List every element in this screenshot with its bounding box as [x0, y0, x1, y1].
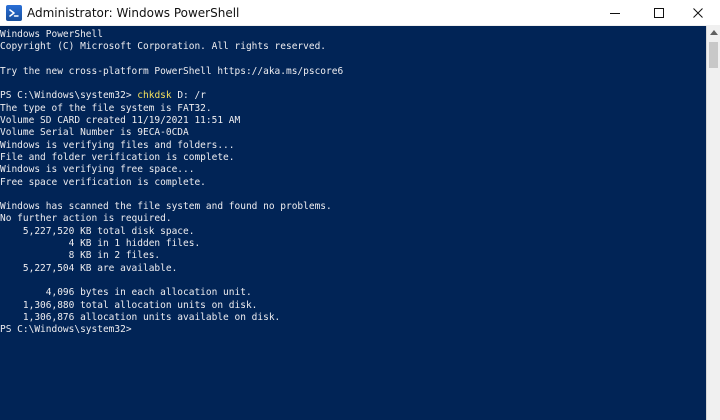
title-bar[interactable]: Administrator: Windows PowerShell — [0, 0, 720, 26]
terminal-line-20: 5,227,504 KB are available. — [0, 262, 178, 274]
terminal-line-16: No further action is required. — [0, 213, 172, 225]
terminal-line-19: 8 KB in 2 files. — [0, 250, 161, 262]
minimize-icon — [610, 13, 620, 14]
terminal-line-7: The type of the file system is FAT32. — [0, 102, 212, 114]
terminal-line-9: Volume Serial Number is 9ECA-0CDA — [0, 127, 189, 139]
terminal-line-5 — [0, 78, 706, 90]
window-title: Administrator: Windows PowerShell — [27, 6, 240, 20]
terminal-line-3 — [0, 54, 706, 66]
terminal-line-2: Copyright (C) Microsoft Corporation. All… — [0, 41, 327, 53]
powershell-window: Administrator: Windows PowerShell Window… — [0, 0, 720, 420]
close-icon — [693, 8, 703, 18]
terminal-line-21 — [0, 275, 706, 287]
terminal-line-13: Free space verification is complete. — [0, 176, 206, 188]
maximize-icon — [654, 8, 664, 18]
close-button[interactable] — [676, 0, 720, 26]
terminal-line-22: 4,096 bytes in each allocation unit. — [0, 287, 252, 299]
terminal-line-12: Windows is verifying free space... — [0, 164, 195, 176]
terminal-line-11: File and folder verification is complete… — [0, 151, 235, 163]
scroll-up-button[interactable] — [707, 26, 720, 40]
maximize-button[interactable] — [637, 0, 681, 26]
terminal-line-8: Volume SD CARD created 11/19/2021 11:51 … — [0, 115, 241, 127]
powershell-icon — [6, 5, 22, 21]
terminal-line-25: PS C:\Windows\system32> — [0, 324, 132, 336]
command-args: D: /r — [171, 90, 206, 102]
terminal-line-17: 5,227,520 KB total disk space. — [0, 225, 195, 237]
scroll-thumb[interactable] — [709, 42, 718, 68]
minimize-button[interactable] — [593, 0, 637, 26]
terminal-output[interactable]: Windows PowerShell Copyright (C) Microso… — [0, 26, 706, 420]
command-name: chkdsk — [137, 90, 172, 102]
terminal-line-1: Windows PowerShell — [0, 29, 103, 40]
terminal-line-4: Try the new cross-platform PowerShell ht… — [0, 65, 344, 77]
terminal-line-23: 1,306,880 total allocation units on disk… — [0, 299, 258, 311]
terminal-line-15: Windows has scanned the file system and … — [0, 201, 332, 213]
terminal-line-14 — [0, 189, 706, 201]
terminal-line-10: Windows is verifying files and folders..… — [0, 139, 235, 151]
vertical-scrollbar[interactable] — [706, 26, 720, 420]
terminal-command-line: PS C:\Windows\system32> chkdsk D: /r — [0, 90, 706, 102]
terminal-line-24: 1,306,876 allocation units available on … — [0, 311, 281, 323]
terminal-line-18: 4 KB in 1 hidden files. — [0, 238, 201, 250]
command-prompt: PS C:\Windows\system32> — [0, 90, 138, 102]
scroll-up-arrow-icon — [710, 30, 718, 35]
